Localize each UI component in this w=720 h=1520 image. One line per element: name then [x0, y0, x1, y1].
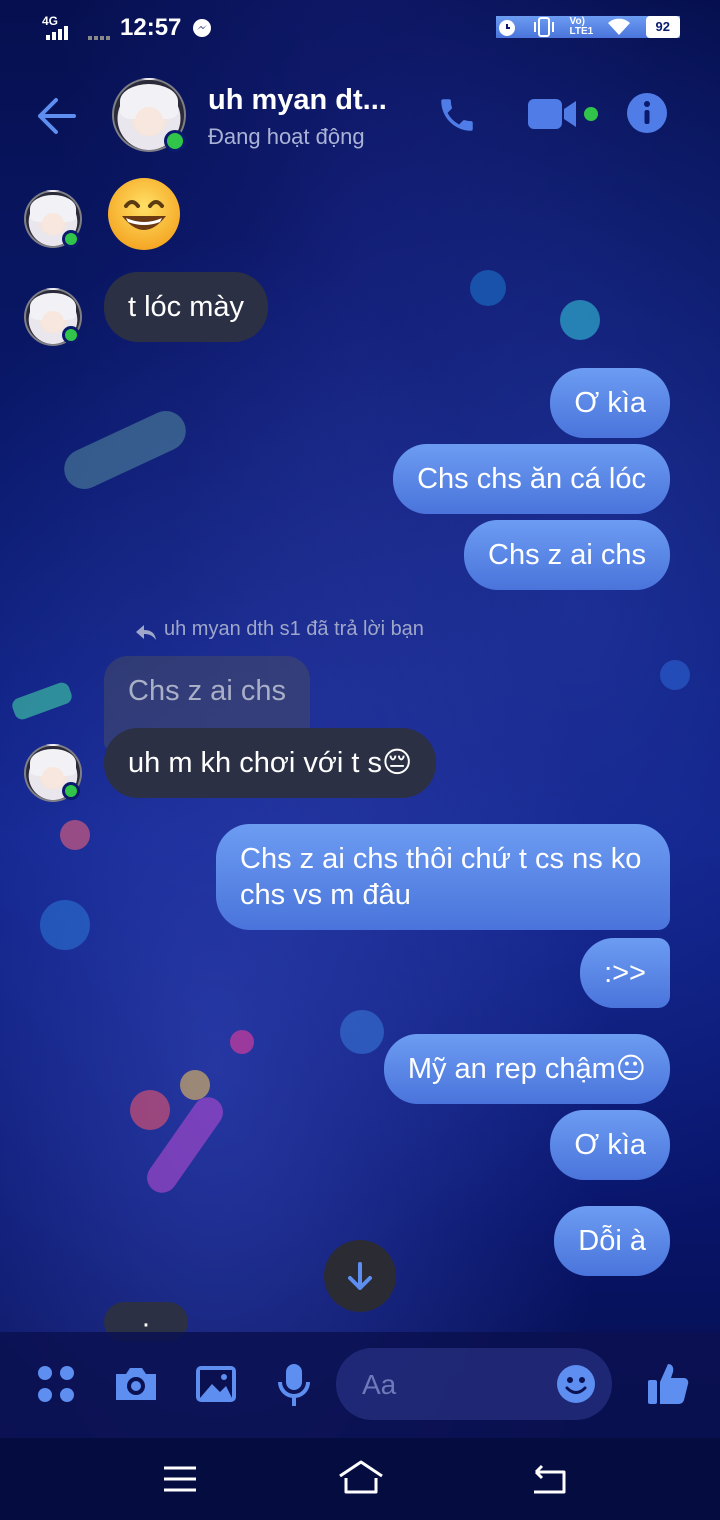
online-indicator — [62, 782, 80, 800]
contact-name[interactable]: uh myan dt... — [208, 84, 387, 117]
message-outgoing[interactable]: Dỗi à — [554, 1206, 670, 1276]
scroll-to-bottom-button[interactable] — [324, 1240, 396, 1312]
arrow-down-icon — [348, 1262, 372, 1290]
chat-header: uh myan dt... Đang hoạt động — [0, 72, 720, 160]
image-icon[interactable] — [194, 1364, 238, 1404]
message-input[interactable] — [360, 1364, 544, 1406]
volte-indicator: Vo) LTE1 — [569, 16, 594, 37]
message-outgoing[interactable]: :>> — [580, 938, 670, 1008]
signal-icon — [46, 26, 110, 40]
home-icon[interactable] — [336, 1458, 386, 1498]
phone-icon[interactable] — [436, 94, 478, 136]
reply-icon — [136, 625, 156, 640]
system-navigation-bar — [0, 1438, 720, 1520]
messenger-notification-icon — [193, 19, 211, 37]
message-composer — [0, 1332, 720, 1438]
thumbs-up-icon[interactable] — [646, 1360, 690, 1406]
back-arrow-icon[interactable] — [34, 94, 78, 138]
message-incoming[interactable]: t lóc mày — [104, 272, 269, 342]
wifi-icon — [607, 18, 630, 35]
message-outgoing[interactable]: Ơ kìa — [550, 368, 670, 438]
online-indicator — [62, 230, 80, 248]
vibrate-icon — [533, 17, 554, 37]
presence-status: Đang hoạt động — [208, 124, 365, 149]
message-outgoing[interactable]: Chs z ai chs thôi chứ t cs ns ko chs vs … — [216, 824, 670, 930]
back-nav-icon[interactable] — [528, 1462, 568, 1496]
message-outgoing[interactable]: Chs chs ăn cá lóc — [393, 444, 670, 514]
alarm-icon — [498, 20, 515, 36]
microphone-icon[interactable] — [276, 1362, 312, 1408]
reply-note: uh myan dth s1 đã trả lời bạn — [164, 618, 424, 640]
grinning-emoji-message[interactable] — [106, 176, 182, 252]
video-camera-icon[interactable] — [528, 96, 580, 132]
message-outgoing[interactable]: Ơ kìa — [550, 1110, 670, 1180]
message-outgoing[interactable]: Mỹ an rep chậm😐 — [383, 1034, 670, 1104]
menu-icon[interactable] — [162, 1464, 198, 1494]
apps-grid-icon[interactable] — [34, 1362, 78, 1406]
camera-icon[interactable] — [112, 1364, 160, 1404]
emoji-icon[interactable] — [556, 1364, 596, 1404]
online-indicator — [164, 130, 186, 152]
status-bar: 4G 12:57 Vo) LTE1 92 — [0, 0, 720, 56]
message-outgoing[interactable]: Chs z ai chs — [464, 520, 670, 590]
video-active-dot — [584, 107, 598, 121]
online-indicator — [62, 326, 80, 344]
battery-indicator: 92 — [645, 16, 680, 38]
message-input-container[interactable] — [336, 1348, 612, 1420]
clock: 12:57 — [120, 14, 182, 41]
message-incoming[interactable]: uh m kh chơi với t s😔 — [104, 728, 437, 798]
info-icon[interactable] — [626, 92, 668, 134]
